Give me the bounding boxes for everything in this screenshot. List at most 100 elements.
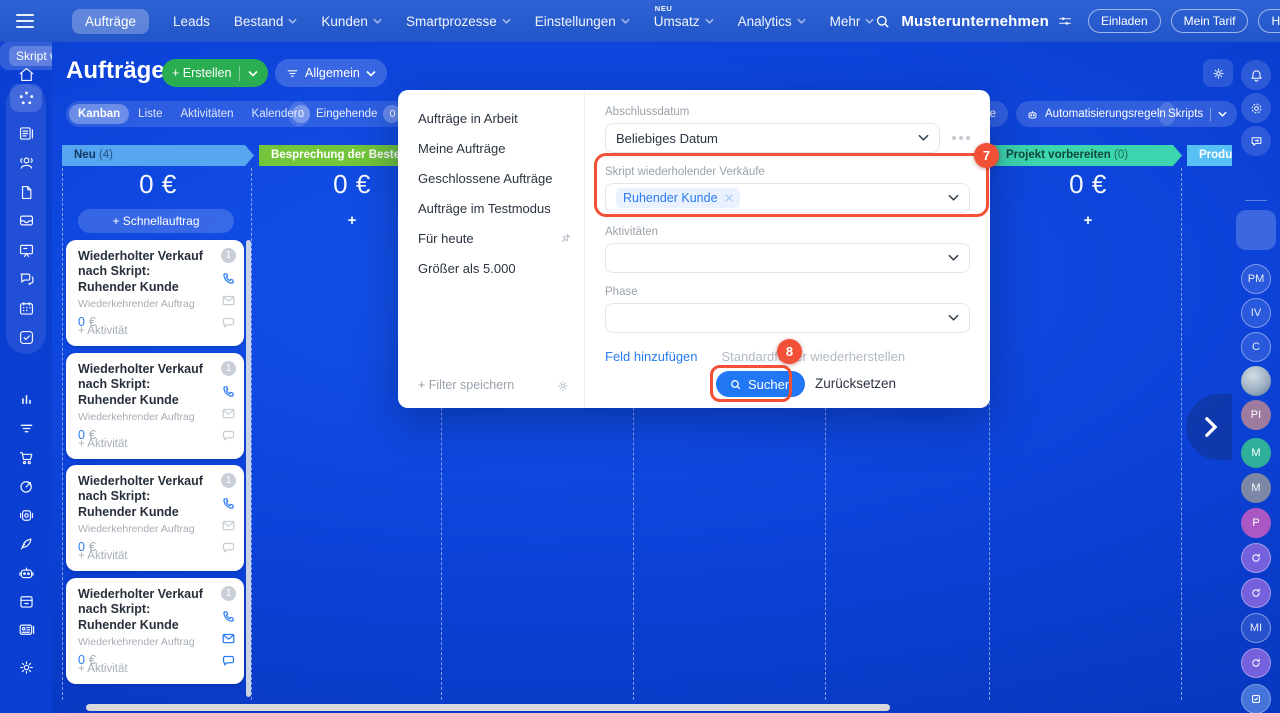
nav-bestand[interactable]: Bestand <box>234 14 298 29</box>
mail-icon[interactable] <box>221 518 236 533</box>
teammate-avatar[interactable]: PI <box>1241 400 1271 430</box>
tab-kanban[interactable]: Kanban <box>69 104 130 124</box>
nav-kunden[interactable]: Kunden <box>321 14 382 29</box>
deal-card[interactable]: Wiederholter Verkauf nach Skript: Ruhend… <box>66 465 244 571</box>
chat-history-icon[interactable] <box>1241 126 1271 156</box>
teammate-avatar[interactable]: IV <box>1241 298 1271 328</box>
presets-settings-gear-icon[interactable] <box>556 379 570 393</box>
add-activity-link[interactable]: + Aktivität <box>78 438 128 450</box>
phone-icon[interactable] <box>221 271 236 286</box>
nav-smartprozesse[interactable]: Smartprozesse <box>406 14 511 29</box>
shop-cart-icon[interactable] <box>10 443 42 471</box>
bot-avatar-icon[interactable] <box>1241 578 1271 608</box>
deal-card[interactable]: Wiederholter Verkauf nach Skript: Ruhend… <box>66 240 244 346</box>
invite-button[interactable]: Einladen <box>1087 9 1161 33</box>
active-user-highlight[interactable] <box>1236 210 1276 250</box>
chat-icon[interactable] <box>221 428 236 443</box>
helpdesk-button[interactable]: Helpdesk <box>1258 9 1280 33</box>
chat-icon[interactable] <box>221 653 236 668</box>
restore-fields-link[interactable]: Standardfelder wiederherstellen <box>722 349 906 364</box>
board-settings-button[interactable] <box>1203 59 1233 87</box>
chat-icon[interactable] <box>221 540 236 555</box>
deals-pipeline-icon[interactable] <box>10 84 42 112</box>
pin-icon[interactable] <box>560 232 572 244</box>
incoming-leads-pill[interactable]: 0 Eingehende 0 <box>288 101 408 127</box>
add-activity-link[interactable]: + Aktivität <box>78 550 128 562</box>
tab-aktivitaeten[interactable]: Aktivitäten <box>171 104 242 124</box>
my-tariff-button[interactable]: Mein Tarif <box>1170 9 1249 33</box>
add-activity-link[interactable]: + Aktivität <box>78 663 128 675</box>
nav-leads[interactable]: Leads <box>173 14 210 29</box>
focus-mode-icon[interactable] <box>1241 93 1271 123</box>
tasks-icon[interactable] <box>10 323 42 351</box>
stats-icon[interactable] <box>10 384 42 412</box>
add-activity-link[interactable]: + Aktivität <box>78 325 128 337</box>
chevron-down-icon[interactable] <box>1218 111 1227 117</box>
mail-icon[interactable] <box>221 293 236 308</box>
news-feed-icon[interactable] <box>10 119 42 147</box>
tab-liste[interactable]: Liste <box>129 104 171 124</box>
add-field-link[interactable]: Feld hinzufügen <box>605 349 698 364</box>
business-card-icon[interactable] <box>10 615 42 643</box>
nav-umsatz[interactable]: NEU Umsatz <box>654 4 714 29</box>
preset-testmodus[interactable]: Aufträge im Testmodus <box>398 194 584 224</box>
contacts-icon[interactable] <box>10 148 42 176</box>
deal-card[interactable]: Wiederholter Verkauf nach Skript: Ruhend… <box>66 353 244 459</box>
preset-geschlossene[interactable]: Geschlossene Aufträge <box>398 164 584 194</box>
save-filter-link[interactable]: + Filter speichern <box>418 378 514 392</box>
products-box-icon[interactable] <box>10 587 42 615</box>
phone-icon[interactable] <box>221 609 236 624</box>
create-button[interactable]: + Erstellen <box>162 59 269 87</box>
reset-button[interactable]: Zurücksetzen <box>815 376 896 391</box>
goals-icon[interactable] <box>10 472 42 500</box>
nav-einstellungen[interactable]: Einstellungen <box>535 14 630 29</box>
nav-auftraege[interactable]: Aufträge <box>72 8 150 34</box>
scripts-button[interactable]: Skripts <box>1158 101 1238 127</box>
stage-header-projekt-vorbereiten[interactable]: Projekt vorbereiten (0) <box>994 145 1182 166</box>
stage-header-produktlieferung[interactable]: Produktlieferung <box>1187 145 1232 166</box>
compose-pen-icon[interactable] <box>10 529 42 557</box>
teammate-avatar[interactable]: M <box>1241 473 1271 503</box>
teammate-avatar[interactable]: C <box>1241 332 1271 362</box>
preset-auftraege-in-arbeit[interactable]: Aufträge in Arbeit <box>398 104 584 134</box>
bot-avatar-icon[interactable] <box>1241 648 1271 678</box>
deal-card[interactable]: Wiederholter Verkauf nach Skript: Ruhend… <box>66 578 244 684</box>
chat-icon[interactable] <box>221 315 236 330</box>
hamburger-menu-icon[interactable] <box>16 14 34 28</box>
company-selector[interactable]: Musterunternehmen <box>901 13 1072 30</box>
teammate-avatar[interactable]: MI <box>1241 613 1271 643</box>
horizontal-scrollbar[interactable] <box>86 704 890 711</box>
calendar-icon[interactable] <box>10 294 42 322</box>
teammate-avatar[interactable]: P <box>1241 508 1271 538</box>
quick-add-deal-button[interactable]: + Schnellauftrag <box>78 209 234 233</box>
salesbot-icon[interactable] <box>10 558 42 586</box>
preset-fuer-heute[interactable]: Für heute <box>398 224 584 254</box>
date-select[interactable]: Beliebiges Datum <box>605 123 940 153</box>
filter-preset-button[interactable]: Allgemein <box>275 59 387 87</box>
column-scrollbar[interactable] <box>246 240 251 697</box>
bot-avatar-icon[interactable] <box>1241 543 1271 573</box>
nav-mehr[interactable]: Mehr <box>830 14 875 29</box>
notifications-bell-icon[interactable] <box>1241 60 1271 90</box>
dashboard-icon[interactable] <box>10 236 42 264</box>
phase-select[interactable] <box>605 303 970 333</box>
preset-groesser-als[interactable]: Größer als 5.000 <box>398 254 584 284</box>
nav-analytics[interactable]: Analytics <box>738 14 806 29</box>
activities-select[interactable] <box>605 243 970 273</box>
more-options-icon[interactable] <box>952 136 970 140</box>
mail-icon[interactable] <box>221 631 236 646</box>
mail-icon[interactable] <box>221 406 236 421</box>
global-search-icon[interactable] <box>874 13 891 30</box>
integrations-icon[interactable] <box>10 501 42 529</box>
phone-icon[interactable] <box>221 496 236 511</box>
inbox-icon[interactable] <box>10 206 42 234</box>
stage-header-neu[interactable]: Neu (4) <box>62 145 254 166</box>
chevron-down-icon[interactable] <box>248 70 258 77</box>
tasks-check-icon[interactable] <box>1241 684 1271 713</box>
teammate-avatar[interactable]: PM <box>1241 264 1271 294</box>
chats-icon[interactable] <box>10 264 42 292</box>
preset-meine-auftraege[interactable]: Meine Aufträge <box>398 134 584 164</box>
teammate-avatar[interactable]: M <box>1241 438 1271 468</box>
automation-rules-button[interactable]: Automatisierungsregeln <box>1016 101 1176 127</box>
phone-icon[interactable] <box>221 384 236 399</box>
